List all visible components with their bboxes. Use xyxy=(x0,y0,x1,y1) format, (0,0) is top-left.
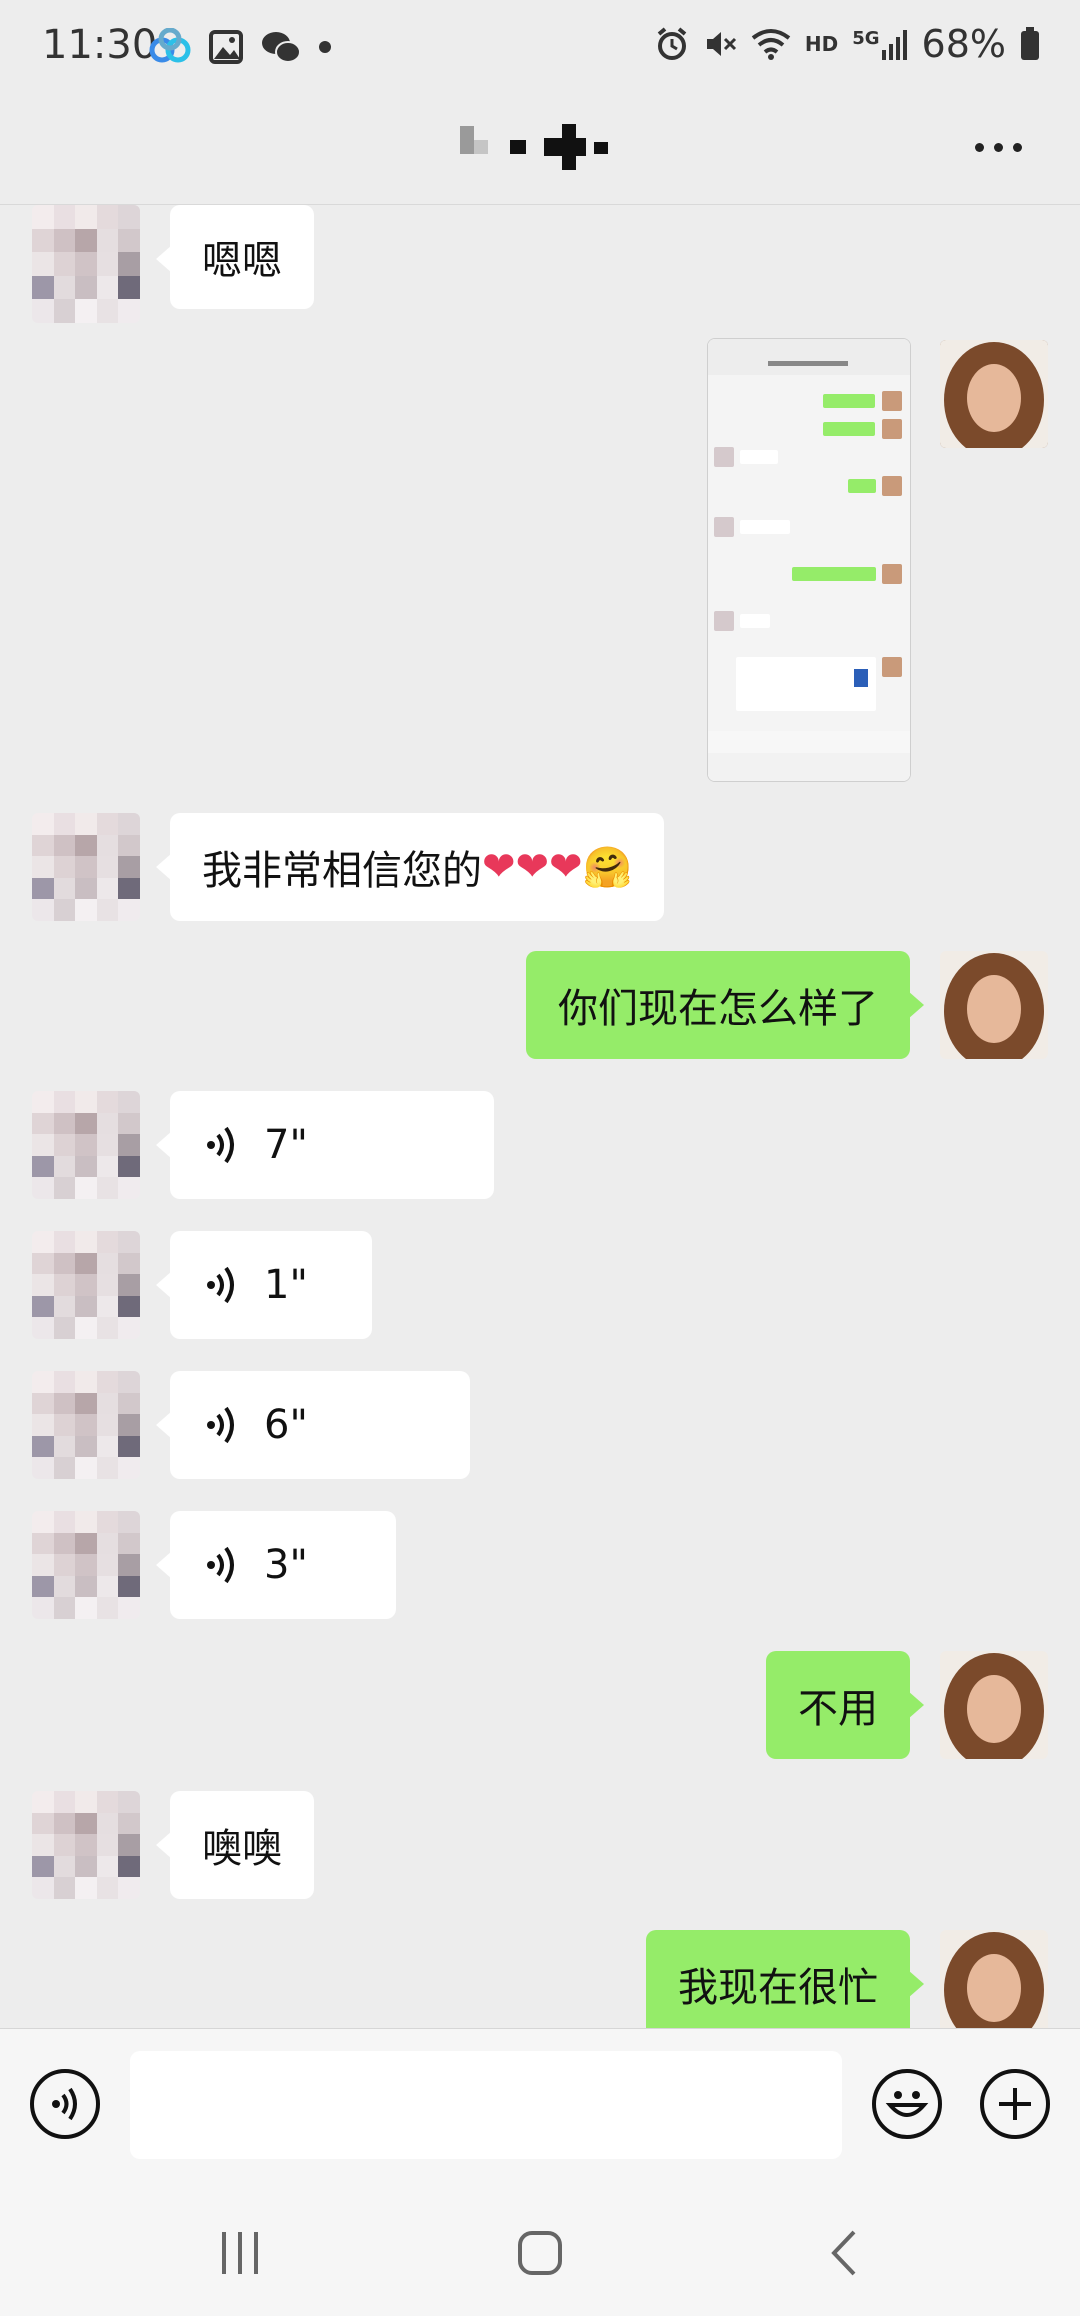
contact-avatar[interactable] xyxy=(32,1371,140,1479)
voice-wave-icon xyxy=(207,1406,234,1444)
cloud-app-icon xyxy=(149,28,191,63)
back-icon[interactable] xyxy=(794,2218,894,2288)
hug-emoji: 🤗 xyxy=(582,844,633,891)
voice-duration: 3" xyxy=(264,1542,308,1588)
battery-icon xyxy=(1021,27,1039,60)
contact-avatar[interactable] xyxy=(32,1511,140,1619)
more-icon[interactable] xyxy=(968,132,1028,162)
contact-avatar[interactable] xyxy=(32,205,140,323)
contact-avatar[interactable] xyxy=(32,1231,140,1339)
message-bubble-outgoing[interactable]: 你们现在怎么样了 xyxy=(526,951,924,1059)
voice-message[interactable]: 3" xyxy=(156,1511,396,1619)
status-bar: 11:30 HD 5G 68% xyxy=(0,0,1080,92)
network-label: 5G xyxy=(852,28,880,49)
voice-duration: 6" xyxy=(264,1402,308,1448)
voice-wave-icon xyxy=(207,1266,234,1304)
voice-wave-icon xyxy=(207,1126,234,1164)
message-text: 你们现在怎么样了 xyxy=(558,986,878,1032)
voice-toggle-icon[interactable] xyxy=(30,2069,100,2139)
wifi-icon xyxy=(751,29,791,60)
my-avatar[interactable] xyxy=(940,340,1048,448)
voice-message[interactable]: 1" xyxy=(156,1231,372,1339)
message-bubble-incoming[interactable]: 嗯嗯 xyxy=(156,205,314,309)
message-text: 嗯嗯 xyxy=(202,238,282,284)
home-icon[interactable] xyxy=(490,2218,590,2288)
voice-duration: 7" xyxy=(264,1122,308,1168)
screenshot-thumbnail xyxy=(708,339,910,781)
message-bubble-outgoing[interactable]: 我现在很忙 xyxy=(646,1930,924,2028)
gallery-icon xyxy=(209,30,243,64)
voice-wave-icon xyxy=(207,1546,234,1584)
voice-message[interactable]: 6" xyxy=(156,1371,470,1479)
message-text: 我非常相信您的 xyxy=(202,848,482,894)
status-right: HD 5G 68% xyxy=(655,22,1040,66)
chat-area[interactable]: 嗯嗯 我非常相信您的 ❤❤❤ 🤗 你们现在怎么样了 7" 1" 6" 3" 不用… xyxy=(0,205,1080,2028)
message-text: 不用 xyxy=(798,1686,878,1732)
voice-duration: 1" xyxy=(264,1262,308,1308)
mute-icon xyxy=(706,32,736,56)
contact-avatar[interactable] xyxy=(32,813,140,921)
my-avatar[interactable] xyxy=(940,951,1048,1059)
message-input[interactable] xyxy=(130,2051,842,2159)
chat-header xyxy=(0,92,1080,205)
recent-apps-icon[interactable] xyxy=(190,2218,290,2288)
my-avatar[interactable] xyxy=(940,1651,1048,1759)
message-text: 噢噢 xyxy=(202,1826,282,1872)
message-text: 我现在很忙 xyxy=(678,1965,878,2011)
chat-title-pixelated xyxy=(460,124,608,170)
hd-label: HD xyxy=(804,32,839,56)
contact-avatar[interactable] xyxy=(32,1091,140,1199)
wechat-icon xyxy=(262,32,301,63)
alarm-icon xyxy=(657,27,687,60)
input-bar xyxy=(0,2028,1080,2189)
emoji-icon[interactable] xyxy=(872,2069,942,2139)
dot-icon xyxy=(319,41,331,53)
contact-avatar[interactable] xyxy=(32,1791,140,1899)
cell-signal: 5G xyxy=(852,28,907,60)
notification-icons xyxy=(148,28,332,66)
status-time: 11:30 xyxy=(42,22,158,68)
hearts-emoji: ❤❤❤ xyxy=(482,844,583,890)
message-bubble-incoming[interactable]: 噢噢 xyxy=(156,1791,314,1899)
voice-message[interactable]: 7" xyxy=(156,1091,494,1199)
message-bubble-outgoing[interactable]: 不用 xyxy=(766,1651,924,1759)
signal-icon xyxy=(881,30,907,60)
system-nav-bar xyxy=(0,2188,1080,2316)
battery-percent: 68% xyxy=(921,22,1006,66)
message-bubble-incoming[interactable]: 我非常相信您的 ❤❤❤ 🤗 xyxy=(155,813,665,921)
plus-icon[interactable] xyxy=(980,2069,1050,2139)
my-avatar[interactable] xyxy=(940,1930,1048,2028)
image-message[interactable] xyxy=(707,338,911,782)
